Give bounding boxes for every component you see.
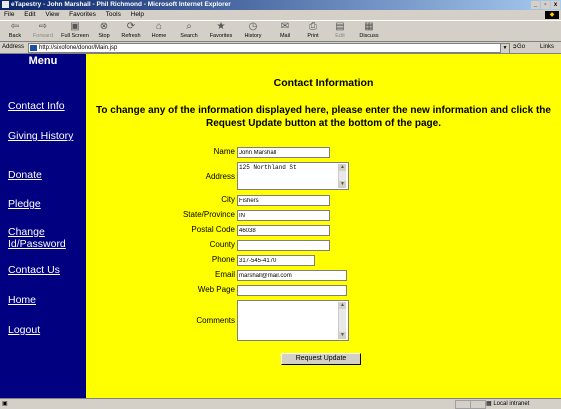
refresh-button[interactable]: ⟳ Refresh — [118, 21, 144, 39]
comments-label: Comments — [196, 316, 235, 325]
sidebar-item-home[interactable]: Home — [8, 294, 84, 306]
search-icon: ⌕ — [186, 21, 192, 32]
page-icon — [30, 45, 37, 51]
sidebar-item-change-password[interactable]: Change Id/Password — [8, 226, 84, 250]
postal-code-field[interactable] — [237, 225, 330, 236]
stop-icon: ⊗ — [99, 21, 109, 32]
scroll-down-icon: ▼ — [339, 332, 346, 339]
address-field[interactable]: 125 Northland St — [237, 162, 349, 190]
menu-view[interactable]: View — [45, 11, 59, 18]
page-content: Menu Contact Info Giving History Donate … — [0, 54, 561, 398]
web-page-label: Web Page — [197, 285, 235, 294]
state-field[interactable] — [237, 210, 330, 221]
phone-field[interactable] — [237, 255, 315, 266]
address-scrollbar[interactable]: ▲ ▼ — [338, 164, 346, 188]
window-title-bar: eTapestry - John Marshall - Phil Richmon… — [0, 0, 561, 10]
fullscreen-icon: ▣ — [70, 21, 80, 32]
menu-tools[interactable]: Tools — [106, 11, 121, 18]
close-window-button[interactable]: x — [551, 1, 560, 9]
page-title: Contact Information — [273, 77, 374, 89]
menu-favorites[interactable]: Favorites — [69, 11, 96, 18]
mail-button[interactable]: ✉ Mail — [274, 21, 296, 39]
postal-code-label: Postal Code — [191, 225, 235, 234]
menu-help[interactable]: Help — [131, 11, 144, 18]
main-panel: Contact Information To change any of the… — [86, 54, 561, 398]
search-button[interactable]: ⌕ Search — [176, 21, 202, 39]
mail-icon: ✉ — [280, 21, 290, 32]
email-field[interactable] — [237, 270, 347, 281]
favorites-button[interactable]: ★ Favorites — [206, 21, 236, 39]
sidebar-item-logout[interactable]: Logout — [8, 324, 84, 336]
forward-button[interactable]: ⇨ Forward — [30, 21, 56, 39]
address-label: Address — [2, 44, 25, 50]
edit-icon: ▤ — [335, 21, 345, 32]
status-bar: ▣ ▦ Local intranet — [0, 398, 561, 409]
home-icon: ⌂ — [155, 21, 163, 32]
windows-logo-icon: ◆ — [545, 11, 559, 19]
minimize-button[interactable]: _ — [531, 1, 540, 9]
web-page-field[interactable] — [237, 285, 347, 296]
refresh-icon: ⟳ — [126, 21, 136, 32]
sidebar-item-pledge[interactable]: Pledge — [8, 198, 84, 210]
sidebar-item-donate[interactable]: Donate — [8, 169, 84, 181]
county-field[interactable] — [237, 240, 330, 251]
menu-file[interactable]: File — [4, 11, 14, 18]
sidebar-heading: Menu — [28, 55, 58, 67]
name-field[interactable] — [237, 147, 330, 158]
county-label: County — [209, 240, 235, 249]
back-button[interactable]: ⇦ Back — [4, 21, 26, 39]
scroll-down-icon: ▼ — [339, 181, 346, 188]
history-icon: ◷ — [248, 21, 258, 32]
fullscreen-button[interactable]: ▣ Full Screen — [60, 21, 90, 39]
links-button[interactable]: Links — [540, 42, 554, 53]
city-field[interactable] — [237, 195, 330, 206]
sidebar: Menu Contact Info Giving History Donate … — [0, 54, 86, 398]
state-label: State/Province — [182, 210, 235, 219]
city-label: City — [221, 195, 235, 204]
sidebar-item-contact-info[interactable]: Contact Info — [8, 100, 84, 112]
discuss-button[interactable]: ▦ Discuss — [356, 21, 382, 39]
phone-label: Phone — [211, 255, 235, 264]
stop-button[interactable]: ⊗ Stop — [94, 21, 114, 39]
address-url: http://sixofone/donor/Main.jsp — [39, 45, 118, 51]
print-icon: ⎙ — [309, 21, 317, 32]
comments-scrollbar[interactable]: ▲ ▼ — [338, 302, 346, 339]
forward-arrow-icon: ⇨ — [38, 21, 48, 32]
address-label: Address — [205, 172, 235, 181]
instructions-text: To change any of the information display… — [96, 105, 551, 129]
menu-edit[interactable]: Edit — [24, 11, 35, 18]
window-controls: _ ▫ x — [531, 1, 560, 9]
address-dropdown-button[interactable]: ▼ — [500, 43, 510, 54]
window-title: eTapestry - John Marshall - Phil Richmon… — [11, 1, 231, 8]
history-button[interactable]: ◷ History — [240, 21, 266, 39]
print-button[interactable]: ⎙ Print — [302, 21, 324, 39]
request-update-button[interactable]: Request Update — [281, 353, 361, 365]
sidebar-item-giving-history[interactable]: Giving History — [8, 130, 84, 142]
comments-field[interactable] — [237, 300, 349, 341]
name-label: Name — [213, 147, 235, 156]
ie-logo-icon — [2, 1, 9, 8]
maximize-button[interactable]: ▫ — [541, 1, 550, 9]
address-input[interactable]: http://sixofone/donor/Main.jsp — [28, 43, 508, 53]
go-button[interactable]: ➲Go — [512, 42, 525, 53]
scroll-up-icon: ▲ — [339, 302, 346, 309]
browser-toolbar: ⇦ Back ⇨ Forward ▣ Full Screen ⊗ Stop ⟳ Refre… — [0, 20, 561, 42]
back-arrow-icon: ⇦ — [10, 21, 20, 32]
email-label: Email — [214, 270, 235, 279]
address-bar: Address http://sixofone/donor/Main.jsp ▼… — [0, 42, 561, 54]
edit-button[interactable]: ▤ Edit — [330, 21, 350, 39]
home-button[interactable]: ⌂ Home — [148, 21, 170, 39]
favorites-icon: ★ — [216, 21, 226, 32]
discuss-icon: ▦ — [364, 21, 374, 32]
sidebar-item-contact-us[interactable]: Contact Us — [8, 264, 84, 276]
scroll-up-icon: ▲ — [339, 164, 346, 171]
